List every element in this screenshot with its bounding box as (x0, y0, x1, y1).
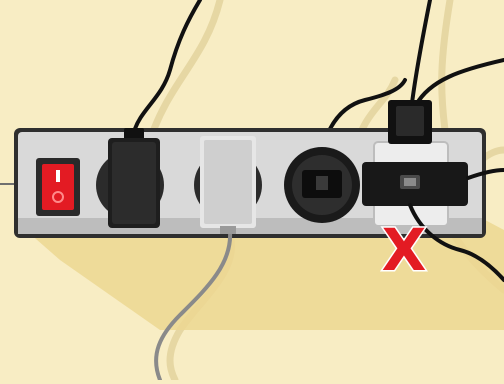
power-switch (36, 158, 80, 216)
round-adapter (284, 147, 360, 223)
switch-on-line (56, 170, 60, 182)
power-strip-illustration: X (0, 0, 504, 384)
illustration-canvas (0, 0, 504, 384)
black-plug (108, 128, 160, 228)
white-plug (200, 136, 256, 234)
warning-x-mark: X (380, 216, 428, 284)
